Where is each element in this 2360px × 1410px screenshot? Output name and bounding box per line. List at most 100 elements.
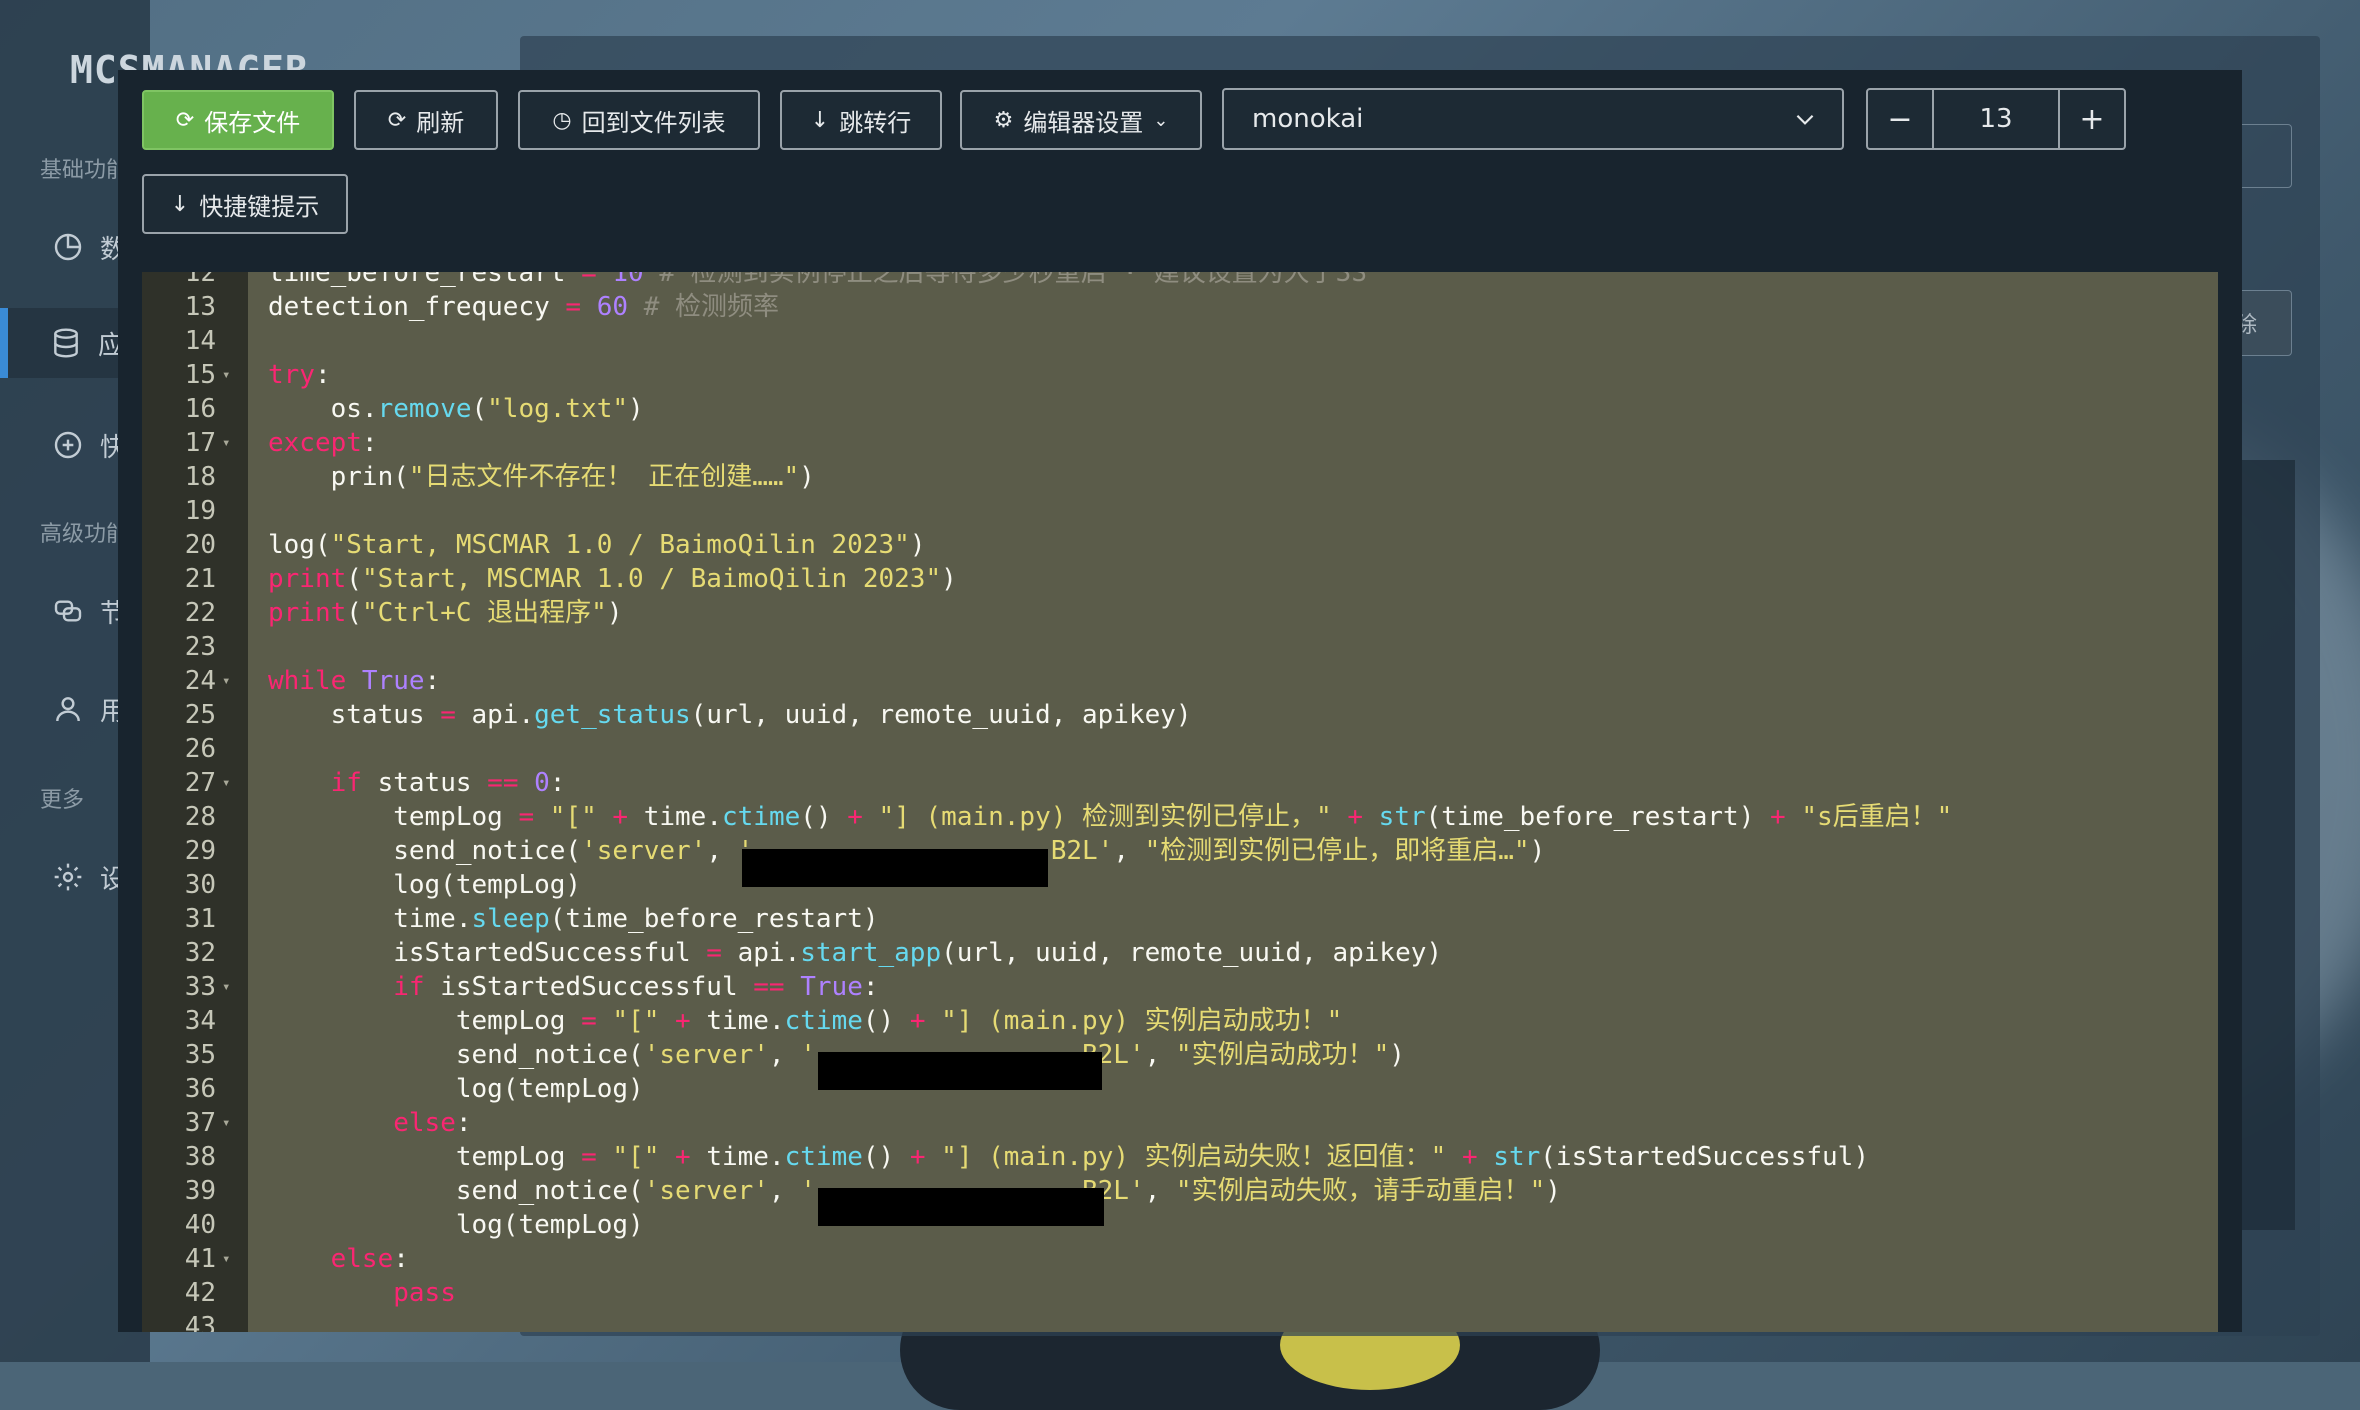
refresh-button[interactable]: ⟳ 刷新 (354, 90, 498, 150)
editor-settings-dropdown[interactable]: ⚙ 编辑器设置 ⌄ (960, 90, 1202, 150)
code-text: if isStartedSuccessful == True: (268, 970, 878, 1004)
fold-toggle-icon[interactable]: ▾ (222, 970, 230, 1004)
code-token: ( (471, 394, 488, 424)
sidebar-section-more: 更多 (40, 788, 85, 813)
fold-toggle-icon[interactable]: ▾ (222, 1106, 230, 1140)
code-line: 36 log(tempLog) (142, 1072, 2218, 1106)
code-text: log(tempLog) (268, 868, 581, 902)
code-text: detection_frequecy = 60 # 检测频率 (268, 290, 779, 324)
fold-toggle-icon[interactable]: ▾ (222, 664, 230, 698)
fold-toggle-icon[interactable]: ▾ (222, 426, 230, 460)
code-text: else: (268, 1242, 409, 1276)
font-size-value[interactable]: 13 (1932, 90, 2060, 148)
code-token: "s后重启！" (1801, 802, 1953, 832)
code-token: (time_before_restart) (549, 904, 879, 934)
code-token: # 检测频率 (628, 292, 780, 322)
sidebar-section-advanced: 高级功能 (40, 522, 129, 547)
code-token: tempLog (268, 1142, 582, 1172)
code-editor[interactable]: 12 time_before_restart = 10 # 检测到实例停止之后等待… (142, 272, 2218, 1332)
code-token: if (393, 972, 441, 1002)
code-token: log(tempLog) (268, 1074, 644, 1104)
code-token: "日志文件不存在！ 正在创建……" (408, 462, 800, 492)
code-token: () (862, 1142, 910, 1172)
code-line: 19 (142, 494, 2218, 528)
code-token: : (393, 1244, 409, 1274)
code-token: : (424, 666, 441, 696)
code-token: detection_frequecy (268, 292, 566, 322)
code-token: else (393, 1108, 456, 1138)
code-token: (isStartedSuccessful) (1540, 1142, 1869, 1172)
code-token: 0 (534, 768, 550, 798)
nodes-icon (50, 593, 86, 629)
line-number: 21 (184, 564, 216, 594)
code-token: (url, uuid, remote_uuid, apikey) (690, 700, 1192, 730)
sync-icon: ⟳ (175, 107, 195, 133)
code-token: ( (346, 598, 362, 628)
line-number: 18 (184, 462, 216, 492)
arrow-down-icon: ↓ (170, 191, 190, 217)
theme-select[interactable]: monokai (1222, 88, 1844, 150)
code-token: "[" (549, 802, 597, 832)
shortcut-tips-button[interactable]: ↓ 快捷键提示 (142, 174, 348, 234)
arrow-down-icon: ↓ (810, 107, 830, 133)
code-line: 35 send_notice('server', ' B2L', "实例启动成功… (142, 1038, 2218, 1072)
code-text: print("Start, MSCMAR 1.0 / BaimoQilin 20… (268, 562, 957, 596)
goto-line-button[interactable]: ↓ 跳转行 (780, 90, 942, 150)
redaction-box (818, 1188, 1104, 1226)
code-text: log(tempLog) (268, 1072, 644, 1106)
code-token: log(tempLog) (268, 870, 582, 900)
save-file-button[interactable]: ⟳ 保存文件 (142, 90, 334, 150)
code-token: send_notice( (268, 1176, 644, 1206)
code-text: time.sleep(time_before_restart) (268, 902, 879, 936)
code-line: 27 ▾ if status == 0: (142, 766, 2218, 800)
decrease-font-button[interactable]: − (1868, 90, 1932, 148)
code-token: send_notice( (268, 836, 582, 866)
code-line: 34 tempLog = "[" + time.ctime() + "] (ma… (142, 1004, 2218, 1038)
refresh-label: 刷新 (416, 108, 465, 137)
code-token: prin( (268, 462, 409, 492)
code-line: 43 (142, 1310, 2218, 1332)
code-token: "检测到实例已停止，即将重启…" (1144, 836, 1530, 866)
code-token: log(tempLog) (268, 1210, 644, 1240)
line-number: 29 (184, 836, 216, 866)
code-line: 21 print("Start, MSCMAR 1.0 / BaimoQilin … (142, 562, 2218, 596)
code-token: tempLog (268, 1006, 582, 1036)
code-token: while (268, 666, 362, 696)
code-token: == (487, 768, 535, 798)
settings-icon: ⚙ (993, 107, 1014, 133)
code-token: + (1331, 802, 1379, 832)
code-token: sleep (471, 904, 550, 934)
code-token: ) (799, 462, 815, 492)
code-token: str (1378, 802, 1426, 832)
code-token: + (1770, 802, 1802, 832)
code-text: tempLog = "[" + time.ctime() + "] (main.… (268, 1004, 1343, 1038)
code-token: : (455, 1108, 472, 1138)
line-number: 26 (184, 734, 216, 764)
line-number: 41 (184, 1244, 216, 1274)
line-number: 13 (184, 292, 216, 322)
history-icon: ◷ (552, 107, 572, 133)
back-to-file-list-button[interactable]: ◷ 回到文件列表 (518, 90, 760, 150)
code-line: 31 time.sleep(time_before_restart) (142, 902, 2218, 936)
code-token: "Ctrl+C 退出程序" (361, 598, 607, 628)
fold-toggle-icon[interactable]: ▾ (222, 766, 230, 800)
code-token: "log.txt" (487, 394, 629, 424)
line-number: 37 (184, 1108, 216, 1138)
code-token: send_notice( (268, 1040, 644, 1070)
line-number: 43 (184, 1312, 216, 1332)
code-text: if status == 0: (268, 766, 566, 800)
code-token: time. (268, 904, 472, 934)
increase-font-button[interactable]: + (2060, 90, 2124, 148)
code-token: : (549, 768, 566, 798)
code-text: os.remove("log.txt") (268, 392, 644, 426)
code-token: tempLog (268, 802, 519, 832)
fold-toggle-icon[interactable]: ▾ (222, 358, 230, 392)
code-token: ) (1389, 1040, 1405, 1070)
fold-toggle-icon[interactable]: ▾ (222, 1242, 230, 1276)
theme-select-value: monokai (1252, 104, 1364, 134)
code-token: "实例启动失败，请手动重启！" (1175, 1176, 1546, 1206)
font-size-stepper[interactable]: − 13 + (1866, 88, 2126, 150)
chevron-down-icon: ⌄ (1153, 109, 1169, 131)
code-token: 10 (612, 272, 644, 288)
